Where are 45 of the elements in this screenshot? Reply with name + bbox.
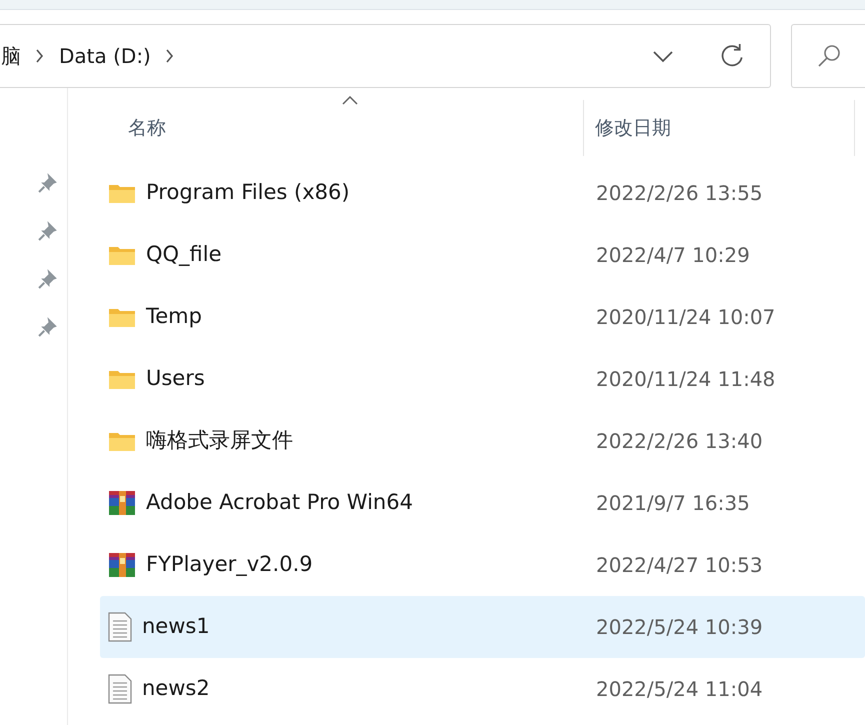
document-icon — [108, 612, 132, 642]
file-name: Adobe Acrobat Pro Win64 — [146, 489, 413, 516]
file-row[interactable]: 嗨格式录屏文件 2022/2/26 13:40 — [100, 410, 865, 472]
column-header[interactable]: 修改日期 — [595, 114, 671, 142]
modified-date: 2021/9/7 16:35 — [595, 490, 750, 517]
document-icon — [108, 674, 132, 704]
file-name: QQ_file — [146, 241, 222, 268]
folder-icon — [108, 368, 136, 390]
chevron-icon — [652, 50, 674, 62]
modified-date: 2020/11/24 10:07 — [595, 304, 776, 331]
modified-date: 2022/5/24 10:39 — [595, 614, 763, 641]
modified-date: 2022/5/24 11:04 — [595, 676, 763, 703]
breadcrumb[interactable]: Data (D:) — [59, 41, 151, 71]
file-name: Program Files (x86) — [146, 179, 350, 206]
modified-date: 2022/4/27 10:53 — [595, 552, 763, 579]
modified-date: 2022/4/7 10:29 — [595, 242, 750, 269]
file-name: Users — [146, 365, 205, 392]
address-bar[interactable]: 脑 Data (D:) — [0, 24, 771, 88]
breadcrumb[interactable]: 脑 — [1, 41, 21, 71]
archive-icon — [108, 552, 136, 578]
file-row[interactable]: QQ_file 2022/4/7 10:29 — [100, 224, 865, 286]
search-icon — [816, 43, 842, 69]
file-row[interactable]: Program Files (x86) 2022/2/26 13:55 — [100, 162, 865, 224]
folder-icon — [108, 244, 136, 266]
modified-date: 2022/2/26 13:55 — [595, 180, 763, 207]
folder-icon — [108, 430, 136, 452]
chevron-icon — [35, 48, 45, 64]
modified-date: 2022/2/26 13:40 — [595, 428, 763, 455]
file-name: 嗨格式录屏文件 — [146, 427, 293, 454]
chevron-icon — [164, 48, 175, 64]
file-name: news1 — [142, 613, 210, 640]
file-name: news2 — [142, 675, 210, 702]
file-name: Temp — [146, 303, 202, 330]
folder-icon — [108, 182, 136, 204]
file-row[interactable]: FYPlayer_v2.0.9 2022/4/27 10:53 — [100, 534, 865, 596]
file-row[interactable]: Users 2020/11/24 11:48 — [100, 348, 865, 410]
column-header[interactable]: 名称 — [128, 114, 166, 142]
file-name: FYPlayer_v2.0.9 — [146, 551, 313, 578]
file-row[interactable]: news1 2022/5/24 10:39 — [100, 596, 865, 658]
file-row[interactable]: news2 2022/5/24 11:04 — [100, 658, 865, 720]
archive-icon — [108, 490, 136, 516]
file-row[interactable]: Temp 2020/11/24 10:07 — [100, 286, 865, 348]
folder-icon — [108, 306, 136, 328]
modified-date: 2020/11/24 11:48 — [595, 366, 776, 393]
file-row[interactable]: Adobe Acrobat Pro Win64 2021/9/7 16:35 — [100, 472, 865, 534]
